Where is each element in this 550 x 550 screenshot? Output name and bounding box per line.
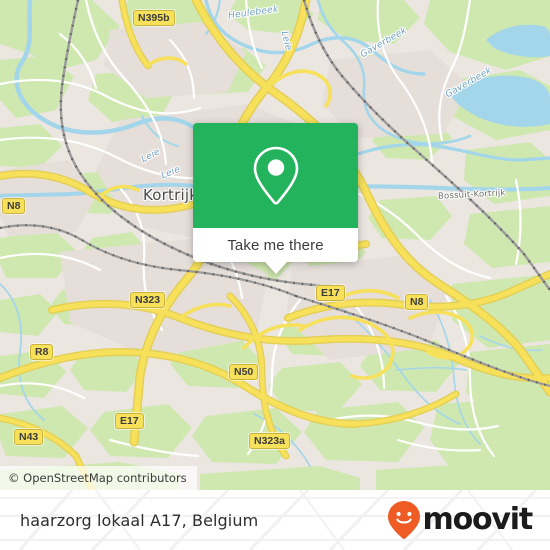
place-callout-card[interactable]: Take me there	[193, 123, 358, 274]
take-me-there-label: Take me there	[227, 236, 324, 254]
moovit-place-map-screen: Heulebeek Leie Gaverbeek Gaverbeek Leie …	[0, 0, 550, 550]
callout-pointer	[264, 262, 287, 274]
moovit-wordmark: moovit	[422, 502, 534, 537]
map-attribution[interactable]: © OpenStreetMap contributors	[0, 466, 197, 490]
place-card-image-area	[193, 123, 358, 228]
moovit-smiley-pin-icon	[387, 501, 420, 539]
attribution-text: © OpenStreetMap contributors	[8, 471, 187, 485]
map-canvas[interactable]: Heulebeek Leie Gaverbeek Gaverbeek Leie …	[0, 0, 550, 490]
location-pin-icon	[253, 146, 298, 205]
footer-bar: haarzorg lokaal A17, Belgium moovit	[0, 490, 550, 550]
take-me-there-button[interactable]: Take me there	[193, 228, 358, 274]
moovit-logo[interactable]: moovit	[387, 490, 534, 550]
place-title: haarzorg lokaal A17, Belgium	[20, 510, 259, 530]
